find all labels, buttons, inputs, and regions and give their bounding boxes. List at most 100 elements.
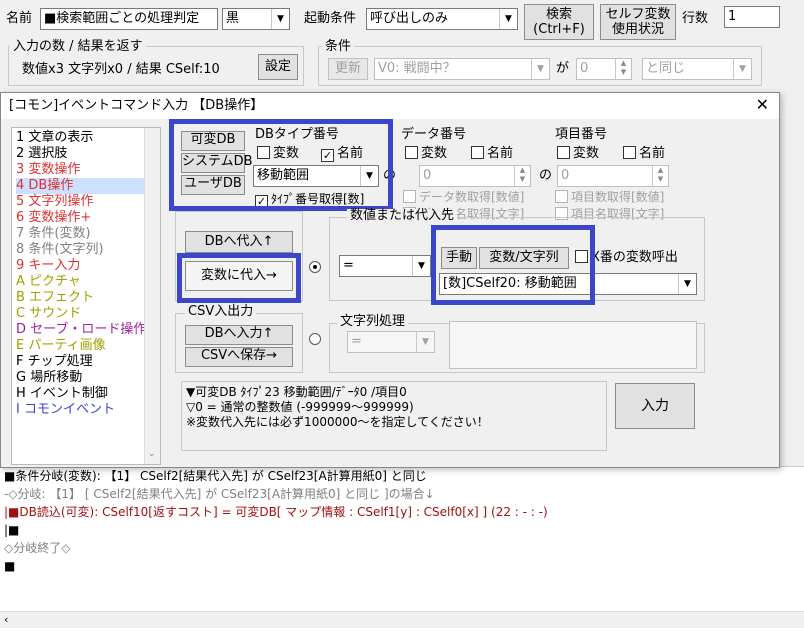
data-name-checkbox[interactable]: 名前 [471, 146, 513, 162]
info-line-1: ▼可変DB ﾀｲﾌﾟ23 移動範囲/ﾃﾞｰﾀ0 /項目0 [186, 385, 407, 399]
assign-group-label: 数値または代入先 [347, 209, 458, 223]
data-count-checkbox[interactable]: データ数取得[数値] [403, 189, 524, 205]
csv-group-label: CSV入出力 [185, 305, 257, 319]
info-line-2: ▽0 = 通常の整数値 (-999999～999999) [186, 400, 414, 414]
item-count-label: 項目数取得[数値] [571, 190, 665, 204]
command-item[interactable]: 3 変数操作 [16, 162, 144, 178]
io-set-button[interactable]: 設定 [258, 54, 298, 80]
db-assign-button[interactable]: DBへ代入↑ [185, 231, 293, 253]
vertical-scrollbar[interactable]: ⌄ [144, 128, 160, 464]
command-item[interactable]: E パーティ画像 [16, 338, 144, 354]
chevron-down-icon: ▼ [271, 9, 289, 29]
item-name-label: 名前 [639, 146, 666, 161]
script-panel[interactable]: ■条件分岐(変数): 【1】 CSelf2[結果代入先] が CSelf23[A… [0, 466, 804, 636]
command-item[interactable]: 7 条件(変数) [16, 226, 144, 242]
trigger-select-value: 呼び出しのみ [370, 11, 449, 26]
script-line[interactable]: ◇分岐終了◇ [4, 539, 548, 557]
command-item[interactable]: 8 条件(文字列) [16, 242, 144, 258]
chevron-down-icon: ▼ [531, 59, 549, 79]
data-count-label: データ数取得[数値] [419, 190, 525, 204]
chevron-down-icon: ▼ [678, 274, 696, 294]
command-item[interactable]: 6 変数操作+ [16, 210, 144, 226]
command-item[interactable]: H イベント制御 [16, 386, 144, 402]
string-operator-value: = [351, 334, 362, 349]
string-process-radio[interactable] [309, 333, 321, 345]
command-item[interactable]: D セーブ・ロード操作 [16, 322, 146, 338]
command-item[interactable]: B エフェクト [16, 290, 144, 306]
item-name-checkbox[interactable]: 名前 [623, 146, 665, 162]
trigger-label: 起動条件 [304, 11, 357, 26]
command-item[interactable]: 4 DB操作 [16, 178, 144, 194]
condition-operator-select[interactable]: と同じ ▼ [642, 58, 752, 80]
checkbox-icon [405, 146, 418, 159]
csv-save-button[interactable]: CSVへ保存→ [185, 347, 293, 367]
self-var-usage-button[interactable]: セルフ変数 使用状況 [600, 4, 676, 40]
script-line[interactable]: -◇分岐: 【1】 [ CSelf2[結果代入先] が CSelf23[A計算用… [4, 485, 548, 503]
string-operator-select[interactable]: = ▼ [347, 331, 435, 353]
string-text-area[interactable] [449, 321, 697, 369]
chevron-down-icon: ▼ [416, 332, 434, 352]
data-name-label: 名前 [487, 146, 514, 161]
condition-update-button[interactable]: 更新 [328, 58, 368, 80]
condition-ga-label: が [556, 61, 570, 76]
script-lines: ■条件分岐(変数): 【1】 CSelf2[結果代入先] が CSelf23[A… [4, 467, 548, 575]
assign-operator-value: = [343, 258, 354, 273]
color-select[interactable]: 黒 ▼ [222, 8, 290, 30]
condition-operator-value: と同じ [646, 61, 686, 76]
command-item[interactable]: 1 文章の表示 [16, 130, 144, 146]
script-line[interactable]: ■条件分岐(変数): 【1】 CSelf2[結果代入先] が CSelf23[A… [4, 467, 548, 485]
condition-variable-select[interactable]: V0: 戦闘中？ ▼ [374, 58, 550, 80]
data-var-checkbox[interactable]: 変数 [405, 146, 447, 162]
search-button[interactable]: 検索 (Ctrl+F) [524, 4, 594, 40]
command-item[interactable]: C サウンド [16, 306, 144, 322]
highlight-db-type [169, 119, 393, 211]
checkbox-icon [555, 190, 568, 203]
data-number-value: 0 [423, 168, 432, 183]
close-icon[interactable]: ✕ [756, 96, 769, 114]
condition-group-label: 条件 [322, 40, 355, 54]
command-item[interactable]: I コモンイベント [16, 402, 144, 418]
chevron-down-icon: ▼ [412, 256, 430, 276]
scroll-down-icon[interactable]: ⌄ [148, 446, 156, 462]
script-line[interactable]: |■ [4, 521, 548, 539]
command-item[interactable]: 9 キー入力 [16, 258, 144, 274]
event-name-input[interactable]: ■検索範囲ごとの処理判定 [40, 8, 218, 30]
io-group-label: 入力の数 / 結果を返す [10, 40, 146, 54]
trigger-select[interactable]: 呼び出しのみ ▼ [366, 8, 518, 30]
data-number-label: データ番号 [401, 127, 467, 142]
command-item[interactable]: 5 文字列操作 [16, 194, 144, 210]
var-assign-radio[interactable] [309, 261, 321, 273]
command-item[interactable]: 2 選択肢 [16, 146, 144, 162]
command-list[interactable]: 1 文章の表示 2 選択肢 3 変数操作 4 DB操作 5 文字列操作 6 変数操作+ 7 … [11, 127, 161, 465]
db-operation-dialog: [コモン]イベントコマンド入力 【DB操作】 ✕ 1 文章の表示 2 選択肢 3 変… [0, 92, 780, 468]
command-item[interactable]: F チップ処理 [16, 354, 144, 370]
item-number-label: 項目番号 [555, 127, 608, 142]
dialog-titlebar: [コモン]イベントコマンド入力 【DB操作】 ✕ [1, 93, 779, 119]
input-button[interactable]: 入力 [615, 383, 695, 429]
item-var-checkbox[interactable]: 変数 [557, 146, 599, 162]
dialog-title: [コモン]イベントコマンド入力 【DB操作】 [9, 98, 264, 113]
spin-icon: ▲ ▼ [652, 166, 668, 186]
db-input-button[interactable]: DBへ入力↑ [185, 325, 293, 345]
horizontal-scrollbar[interactable]: ‹ [0, 611, 804, 628]
command-item[interactable]: G 場所移動 [16, 370, 144, 386]
item-number-spinner[interactable]: 0 ▲ ▼ [557, 165, 669, 187]
highlight-var-assign [177, 253, 301, 303]
scroll-left-icon[interactable]: ‹ [4, 612, 8, 628]
data-number-spinner[interactable]: 0 ▲ ▼ [419, 165, 531, 187]
command-items: 1 文章の表示 2 選択肢 3 変数操作 4 DB操作 5 文字列操作 6 変数操作+ 7 … [16, 130, 146, 417]
data-var-label: 変数 [421, 146, 448, 161]
script-line[interactable]: ■ [4, 557, 548, 575]
info-panel: ▼可変DB ﾀｲﾌﾟ23 移動範囲/ﾃﾞｰﾀ0 /項目0 ▽0 = 通常の整数値… [181, 381, 607, 451]
item-var-label: 変数 [573, 146, 600, 161]
item-count-checkbox[interactable]: 項目数取得[数値] [555, 189, 664, 205]
script-line[interactable]: |■DB読込(可変): CSelf10[返すコスト] = 可変DB[ マップ情報… [4, 503, 548, 521]
lines-input[interactable]: 1 [724, 6, 780, 28]
condition-number-value: 0 [580, 61, 589, 76]
assign-operator-select[interactable]: = ▼ [339, 255, 431, 277]
checkbox-icon [471, 146, 484, 159]
condition-number-spinner[interactable]: 0 ▲ ▼ [576, 58, 632, 80]
checkbox-icon [557, 146, 570, 159]
item-number-value: 0 [561, 168, 570, 183]
command-item[interactable]: A ピクチャ [16, 274, 144, 290]
